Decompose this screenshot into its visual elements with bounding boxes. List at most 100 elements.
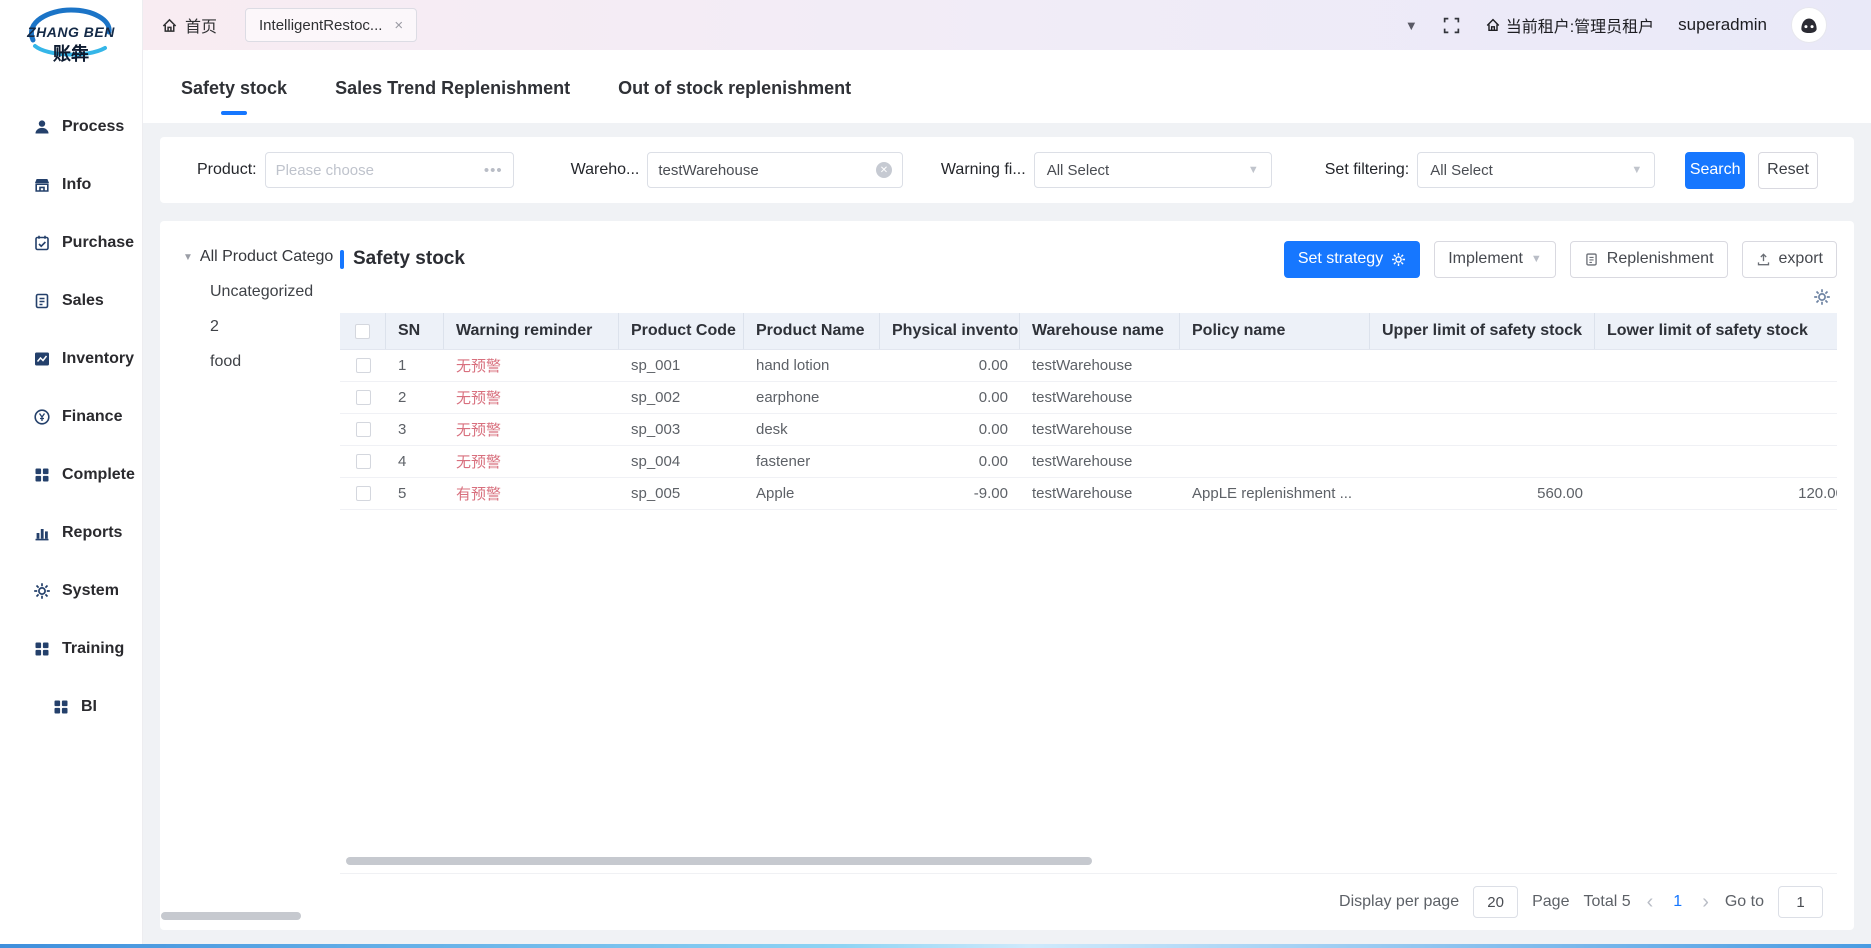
cell-upper-limit bbox=[1370, 446, 1595, 477]
ellipsis-icon[interactable]: ••• bbox=[484, 162, 503, 179]
table-row[interactable]: 3 无预警 sp_003 desk 0.00 testWarehouse bbox=[340, 414, 1837, 446]
current-tenant[interactable]: 当前租户:管理员租户 bbox=[1485, 13, 1654, 37]
document-icon bbox=[33, 292, 51, 310]
replenishment-button[interactable]: Replenishment bbox=[1570, 241, 1728, 278]
column-header-lower-limit: Lower limit of safety stock bbox=[1595, 313, 1837, 349]
open-tab-intelligent-restock[interactable]: IntelligentRestoc... × bbox=[245, 8, 417, 42]
sidebar-item-info[interactable]: Info bbox=[0, 156, 142, 214]
sidebar-item-bi[interactable]: BI bbox=[0, 678, 142, 736]
sidebar-item-reports[interactable]: Reports bbox=[0, 504, 142, 562]
cell-policy bbox=[1180, 414, 1370, 445]
table-row[interactable]: 1 无预警 sp_001 hand lotion 0.00 testWareho… bbox=[340, 350, 1837, 382]
select-all-checkbox[interactable] bbox=[355, 324, 370, 339]
implement-button[interactable]: Implement ▼ bbox=[1434, 241, 1556, 278]
cell-sn: 3 bbox=[386, 414, 444, 445]
per-page-input[interactable] bbox=[1473, 886, 1518, 918]
implement-label: Implement bbox=[1448, 250, 1523, 268]
table-toolbar bbox=[340, 281, 1837, 313]
cell-warehouse: testWarehouse bbox=[1020, 414, 1180, 445]
sidebar-item-label: Finance bbox=[62, 408, 122, 426]
breadcrumb-home[interactable]: 首页 bbox=[161, 13, 217, 37]
scrollbar-thumb[interactable] bbox=[346, 857, 1092, 865]
clear-icon[interactable]: ✕ bbox=[876, 162, 892, 178]
goto-page-input[interactable] bbox=[1778, 886, 1823, 918]
chevron-down-icon[interactable]: ▼ bbox=[1405, 18, 1418, 33]
tree-horizontal-scrollbar-thumb[interactable] bbox=[161, 912, 301, 920]
topbar: 首页 IntelligentRestoc... × ▼ 当前租户:管理员租户 s… bbox=[143, 0, 1871, 50]
reset-button[interactable]: Reset bbox=[1758, 152, 1818, 189]
tab-sales-trend-replenishment[interactable]: Sales Trend Replenishment bbox=[333, 78, 572, 123]
sidebar-item-label: Process bbox=[62, 118, 124, 136]
set-strategy-button[interactable]: Set strategy bbox=[1284, 241, 1420, 278]
export-button[interactable]: export bbox=[1742, 241, 1837, 278]
row-checkbox[interactable] bbox=[356, 454, 371, 469]
warehouse-input[interactable] bbox=[658, 162, 876, 179]
product-picker[interactable]: ••• bbox=[265, 152, 514, 188]
row-checkbox[interactable] bbox=[356, 422, 371, 437]
sidebar-item-finance[interactable]: Finance bbox=[0, 388, 142, 446]
tab-safety-stock[interactable]: Safety stock bbox=[179, 78, 289, 123]
sidebar-item-system[interactable]: System bbox=[0, 562, 142, 620]
prev-page-icon[interactable]: ‹ bbox=[1645, 892, 1656, 912]
row-checkbox[interactable] bbox=[356, 390, 371, 405]
cell-warehouse: testWarehouse bbox=[1020, 350, 1180, 381]
tree-item-uncategorized[interactable]: Uncategorized bbox=[210, 283, 340, 301]
search-button[interactable]: Search bbox=[1685, 152, 1745, 189]
fullscreen-icon[interactable] bbox=[1442, 16, 1461, 35]
sidebar-item-label: System bbox=[62, 582, 119, 600]
app-logo[interactable]: ZHANG BEN 账犇 bbox=[0, 0, 142, 80]
sidebar-item-process[interactable]: Process bbox=[0, 98, 142, 156]
sidebar-item-complete[interactable]: Complete bbox=[0, 446, 142, 504]
table-empty-space bbox=[340, 510, 1837, 857]
tab-out-of-stock-replenishment[interactable]: Out of stock replenishment bbox=[616, 78, 853, 123]
warning-filter-select[interactable]: All Select ▼ bbox=[1034, 152, 1272, 188]
next-page-icon[interactable]: › bbox=[1700, 892, 1711, 912]
table-row[interactable]: 2 无预警 sp_002 earphone 0.00 testWarehouse bbox=[340, 382, 1837, 414]
table-row[interactable]: 4 无预警 sp_004 fastener 0.00 testWarehouse bbox=[340, 446, 1837, 478]
column-settings-gear-icon[interactable] bbox=[1813, 288, 1831, 306]
table-horizontal-scrollbar[interactable] bbox=[346, 857, 1831, 865]
column-header-policy: Policy name bbox=[1180, 313, 1370, 349]
sidebar-item-label: Sales bbox=[62, 292, 104, 310]
sidebar-item-label: Inventory bbox=[62, 350, 134, 368]
column-header-warehouse: Warehouse name bbox=[1020, 313, 1180, 349]
column-header-upper-limit: Upper limit of safety stock bbox=[1370, 313, 1595, 349]
sidebar-item-sales[interactable]: Sales bbox=[0, 272, 142, 330]
cell-warehouse: testWarehouse bbox=[1020, 478, 1180, 509]
column-header-name: Product Name bbox=[744, 313, 880, 349]
row-checkbox[interactable] bbox=[356, 486, 371, 501]
tree-root-all-categories[interactable]: ▼ All Product Catego bbox=[183, 248, 340, 266]
cell-name: fastener bbox=[744, 446, 880, 477]
row-checkbox[interactable] bbox=[356, 358, 371, 373]
warehouse-picker[interactable]: ✕ bbox=[647, 152, 903, 188]
cell-warning: 无预警 bbox=[444, 414, 619, 445]
product-input[interactable] bbox=[276, 162, 484, 179]
tree-item-food[interactable]: food bbox=[210, 353, 340, 371]
sidebar-item-training[interactable]: Training bbox=[0, 620, 142, 678]
current-page[interactable]: 1 bbox=[1669, 893, 1686, 911]
tree-item-2[interactable]: 2 bbox=[210, 318, 340, 336]
cell-policy bbox=[1180, 382, 1370, 413]
cell-upper-limit bbox=[1370, 350, 1595, 381]
set-filtering-value: All Select bbox=[1430, 162, 1493, 179]
table-row[interactable]: 5 有预警 sp_005 Apple -9.00 testWarehouse A… bbox=[340, 478, 1837, 510]
set-filtering-select[interactable]: All Select ▼ bbox=[1417, 152, 1655, 188]
gear-icon bbox=[1391, 252, 1406, 267]
username: superadmin bbox=[1678, 15, 1767, 35]
sidebar-item-inventory[interactable]: Inventory bbox=[0, 330, 142, 388]
close-icon[interactable]: × bbox=[394, 17, 403, 34]
content-card: ▼ All Product Catego Uncategorized 2 foo… bbox=[160, 221, 1854, 930]
bar-chart-icon bbox=[33, 524, 51, 542]
sidebar-item-purchase[interactable]: Purchase bbox=[0, 214, 142, 272]
cell-warning: 无预警 bbox=[444, 350, 619, 381]
cell-inventory: 0.00 bbox=[880, 414, 1020, 445]
cell-sn: 2 bbox=[386, 382, 444, 413]
safety-stock-table: SN Warning reminder Product Code Product… bbox=[340, 313, 1837, 510]
chevron-down-icon: ▼ bbox=[1631, 164, 1642, 176]
caret-down-icon[interactable]: ▼ bbox=[183, 252, 193, 263]
grid-icon bbox=[52, 698, 70, 716]
warehouse-label: Wareho... bbox=[571, 161, 640, 179]
cell-inventory: 0.00 bbox=[880, 446, 1020, 477]
avatar[interactable] bbox=[1791, 7, 1827, 43]
sidebar-item-label: Complete bbox=[62, 466, 135, 484]
